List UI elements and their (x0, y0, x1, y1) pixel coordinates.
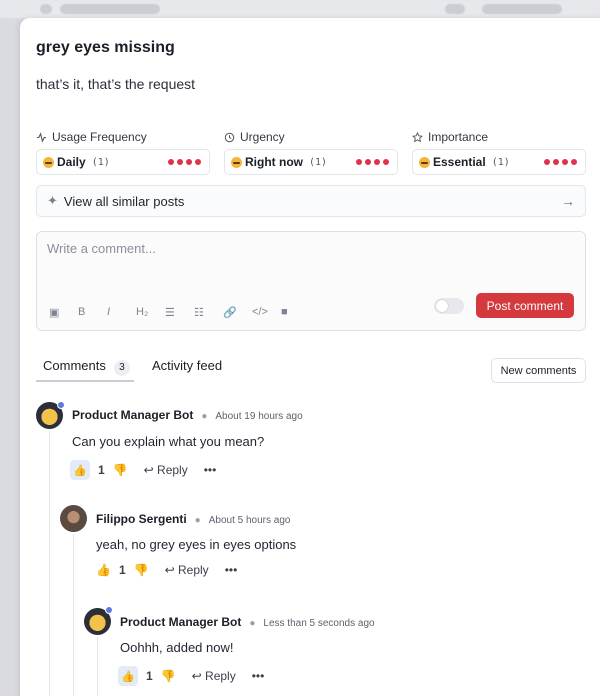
thumbs-down-icon[interactable]: 👎 (161, 669, 176, 683)
property-label-importance: Importance (412, 130, 488, 144)
comment-input-placeholder[interactable]: Write a comment... (47, 241, 156, 256)
more-options-icon[interactable]: ••• (204, 463, 217, 477)
comment-actions: 👍 1 👎 ↩ Reply ••• (96, 563, 237, 577)
heading-icon[interactable]: H₂ (136, 306, 165, 319)
reply-button[interactable]: ↩ Reply (192, 669, 236, 683)
verified-badge-icon (57, 401, 65, 409)
comment-body: Can you explain what you mean? (72, 434, 265, 449)
neutral-face-icon (43, 156, 54, 168)
activity-icon (36, 131, 47, 143)
property-importance[interactable]: Essential (1) (412, 149, 586, 175)
thumbs-up-icon[interactable]: 👍 (70, 460, 90, 480)
neutral-face-icon (231, 156, 242, 168)
view-similar-posts-button[interactable]: ✦ View all similar posts → (36, 185, 586, 217)
image-icon[interactable]: ▣ (49, 306, 78, 319)
tab-comments[interactable]: Comments 3 (43, 358, 130, 376)
thumbs-down-icon[interactable]: 👎 (134, 563, 149, 577)
comment-author[interactable]: Filippo Sergenti (96, 512, 187, 526)
tab-active-indicator (36, 380, 134, 382)
level-dots (168, 159, 201, 165)
reply-button[interactable]: ↩ Reply (165, 563, 209, 577)
comment-editor[interactable]: Write a comment... ▣ B I H₂ ☰ ☷ 🔗 </> ■ … (36, 231, 586, 331)
comment-author[interactable]: Product Manager Bot (120, 615, 241, 629)
private-toggle[interactable] (434, 298, 464, 314)
video-icon[interactable]: ■ (281, 306, 310, 319)
reply-icon: ↩ (191, 669, 202, 683)
property-label-urgency: Urgency (224, 130, 285, 144)
numbered-list-icon[interactable]: ☷ (194, 306, 223, 319)
like-count: 1 (146, 669, 153, 683)
italic-icon[interactable]: I (107, 306, 136, 319)
like-count: 1 (98, 463, 105, 477)
neutral-face-icon (419, 156, 430, 168)
post-detail-panel: grey eyes missing that’s it, that’s the … (20, 18, 600, 696)
tab-activity-feed[interactable]: Activity feed (152, 358, 222, 373)
post-description: that’s it, that’s the request (36, 76, 196, 92)
level-dots (356, 159, 389, 165)
property-usage-frequency[interactable]: Daily (1) (36, 149, 210, 175)
comment-header: Product Manager Bot ● About 19 hours ago (72, 408, 303, 422)
thread-line (73, 534, 74, 696)
bold-icon[interactable]: B (78, 306, 107, 319)
editor-toolbar: ▣ B I H₂ ☰ ☷ 🔗 </> ■ (49, 306, 310, 319)
level-dots (544, 159, 577, 165)
more-options-icon[interactable]: ••• (225, 563, 238, 577)
comment-actions: 👍 1 👎 ↩ Reply ••• (70, 460, 216, 480)
more-options-icon[interactable]: ••• (252, 669, 265, 683)
comment-actions: 👍 1 👎 ↩ Reply ••• (118, 666, 264, 686)
sparkle-icon: ✦ (47, 193, 58, 208)
bullet-list-icon[interactable]: ☰ (165, 306, 194, 319)
thread-line (49, 430, 50, 696)
reply-button[interactable]: ↩ Reply (144, 463, 188, 477)
link-icon[interactable]: 🔗 (223, 306, 252, 319)
avatar[interactable] (60, 505, 87, 532)
post-title: grey eyes missing (36, 39, 175, 56)
clock-icon (224, 132, 235, 142)
comment-time: About 5 hours ago (208, 515, 291, 526)
background-window-bar (0, 0, 600, 18)
comment-header: Filippo Sergenti ● About 5 hours ago (96, 512, 291, 526)
code-icon[interactable]: </> (252, 306, 281, 319)
comment-body: yeah, no grey eyes in eyes options (96, 537, 297, 552)
comment-header: Product Manager Bot ● Less than 5 second… (120, 615, 375, 629)
arrow-right-icon: → (561, 193, 575, 209)
thread-line (97, 637, 98, 696)
property-urgency[interactable]: Right now (1) (224, 149, 398, 175)
like-count: 1 (118, 563, 126, 577)
thumbs-up-icon[interactable]: 👍 (96, 563, 111, 577)
comment-author[interactable]: Product Manager Bot (72, 408, 193, 422)
thumbs-up-icon[interactable]: 👍 (118, 666, 138, 686)
comment-time: About 19 hours ago (215, 411, 303, 422)
comment-time: Less than 5 seconds ago (263, 618, 375, 629)
verified-badge-icon (105, 606, 113, 614)
new-comments-button[interactable]: New comments (491, 358, 586, 383)
comments-count-badge: 3 (113, 360, 130, 376)
post-comment-button[interactable]: Post comment (476, 293, 574, 318)
star-icon (412, 131, 423, 142)
thumbs-down-icon[interactable]: 👎 (113, 463, 128, 477)
comment-body: Oohhh, added now! (120, 640, 234, 655)
reply-icon: ↩ (164, 563, 175, 577)
property-label-usage-frequency: Usage Frequency (36, 130, 147, 144)
reply-icon: ↩ (143, 463, 154, 477)
